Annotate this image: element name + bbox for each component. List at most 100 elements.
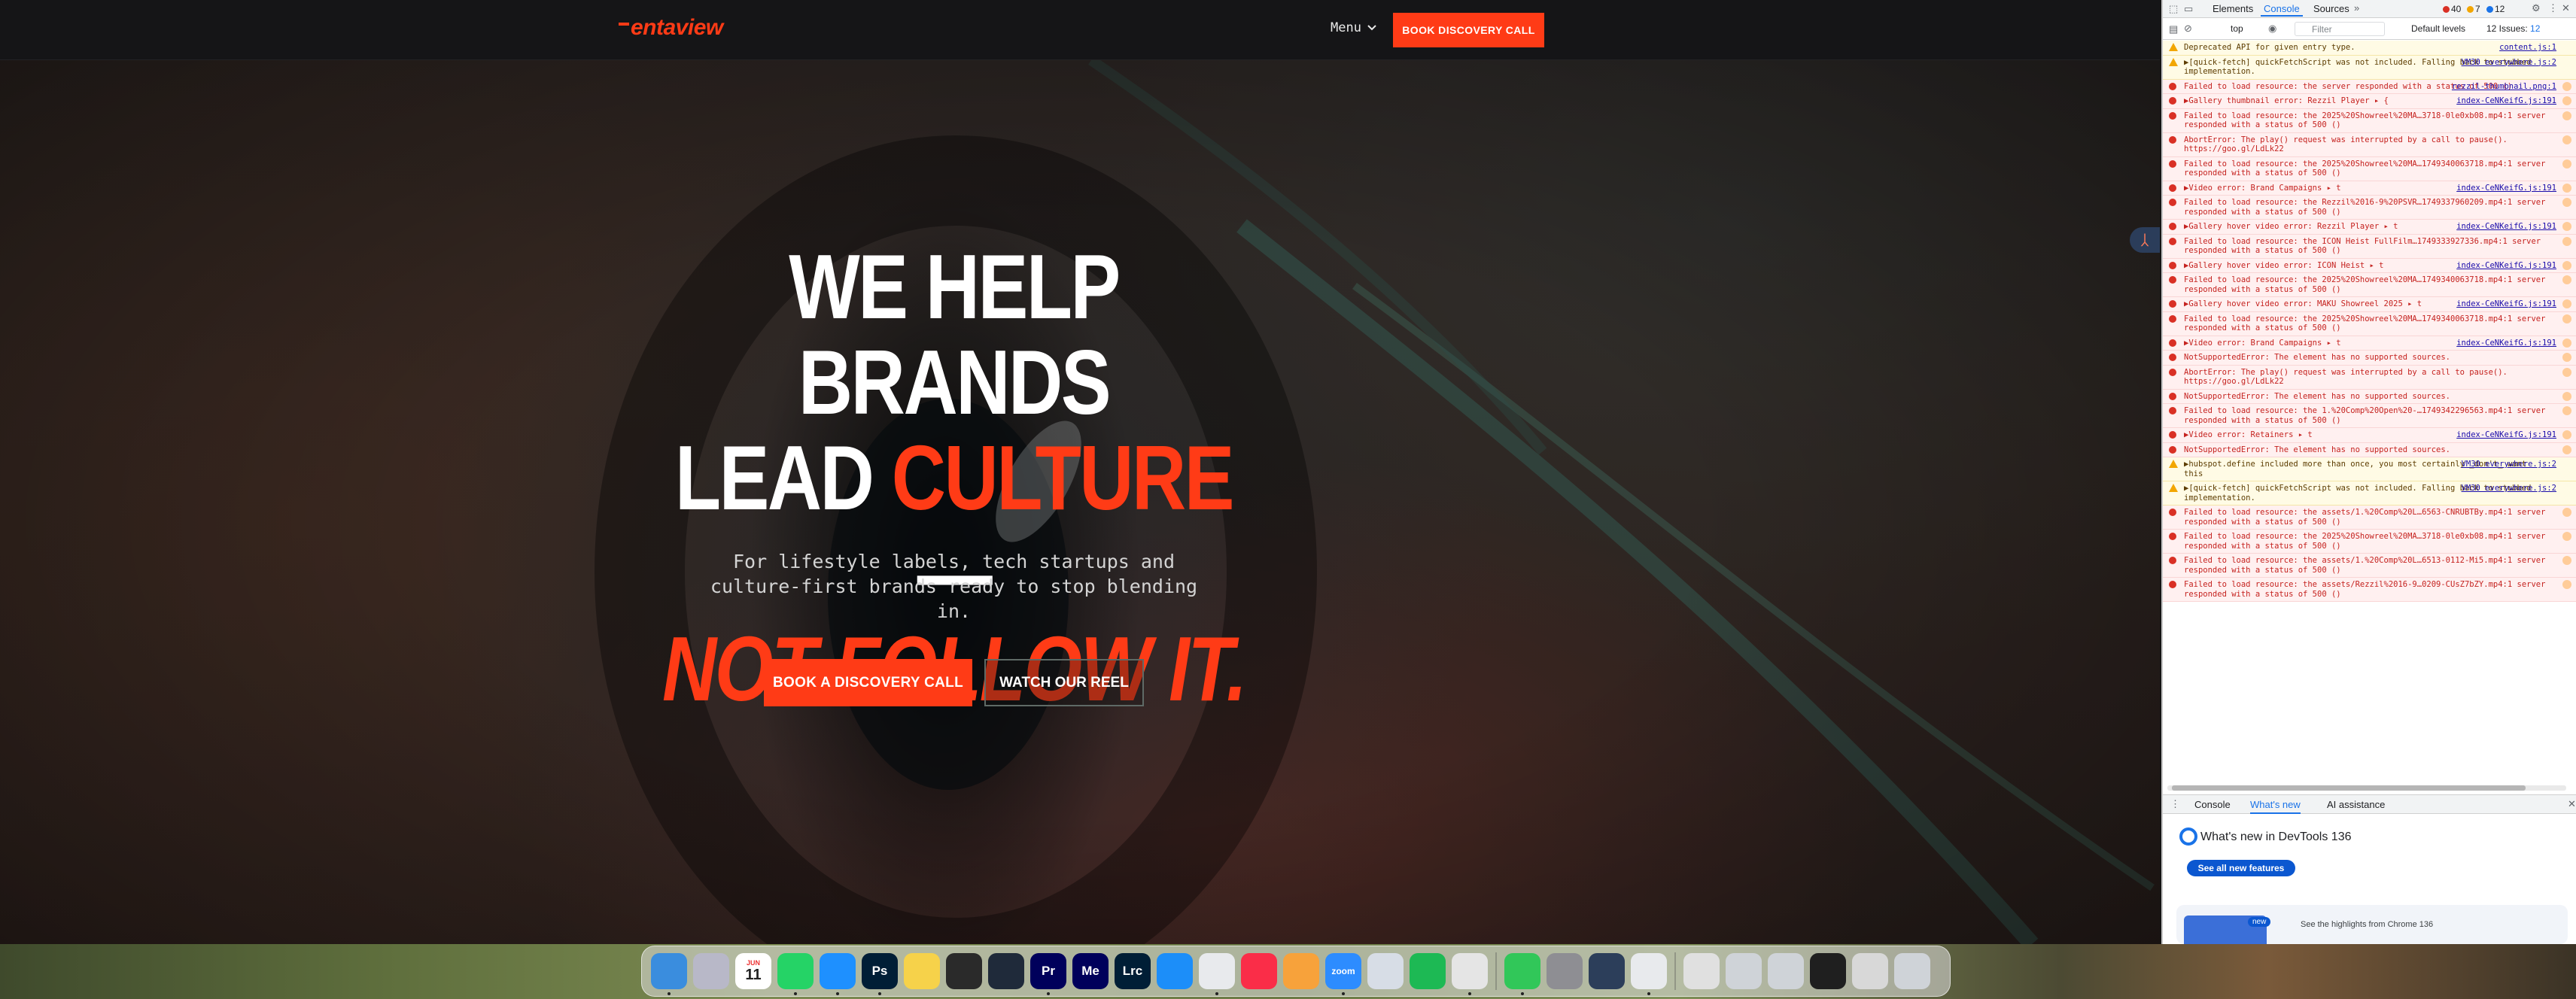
ai-explain-icon[interactable]	[2562, 183, 2571, 193]
ai-explain-icon[interactable]	[2562, 406, 2571, 415]
ai-explain-icon[interactable]	[2562, 275, 2571, 284]
ai-explain-icon[interactable]	[2562, 299, 2571, 308]
source-link[interactable]: index-CeNKeifG.js:191	[2456, 222, 2556, 232]
console-message[interactable]: Failed to load resource: the server resp…	[2163, 79, 2576, 94]
console-message[interactable]: ▶[quick-fetch] quickFetchScript was not …	[2163, 481, 2576, 506]
source-link[interactable]: index-CeNKeifG.js:191	[2456, 261, 2556, 271]
error-count[interactable]: 40	[2443, 4, 2461, 14]
dock-chrome-2-icon[interactable]	[1631, 953, 1667, 995]
dock-final-cut-icon[interactable]	[946, 953, 982, 989]
sidebar-toggle-icon[interactable]: ▤	[2169, 23, 2178, 35]
console-message[interactable]: ▶Video error: Retainers ▸ t index-CeNKeif…	[2163, 428, 2576, 443]
watch-reel-button[interactable]: WATCH OUR REEL	[984, 659, 1144, 706]
console-message[interactable]: ▶hubspot.define included more than once,…	[2163, 457, 2576, 481]
console-message[interactable]: Failed to load resource: the assets/1.%2…	[2163, 554, 2576, 578]
ai-explain-icon[interactable]	[2562, 338, 2571, 348]
ai-explain-icon[interactable]	[2562, 260, 2571, 270]
console-message[interactable]: Failed to load resource: the 1.%20Comp%2…	[2163, 404, 2576, 428]
console-message[interactable]: ▶Gallery thumbnail error: Rezzil Player …	[2163, 94, 2576, 109]
more-tabs-icon[interactable]: »	[2354, 2, 2359, 14]
ai-explain-icon[interactable]	[2562, 198, 2571, 207]
drawer-tab-ai-assistance[interactable]: AI assistance	[2327, 799, 2385, 810]
console-horizontal-scrollbar[interactable]	[2167, 785, 2566, 791]
tab-elements[interactable]: Elements	[2213, 3, 2253, 14]
ai-explain-icon[interactable]	[2562, 508, 2571, 517]
console-message[interactable]: Failed to load resource: the 2025%20Show…	[2163, 156, 2576, 181]
book-discovery-call-nav-button[interactable]: BOOK DISCOVERY CALL	[1393, 13, 1544, 47]
site-logo[interactable]: entaview	[619, 15, 723, 41]
source-link[interactable]: content.js:1	[2499, 43, 2556, 53]
dock-whatsapp-icon[interactable]	[777, 953, 814, 995]
ai-explain-icon[interactable]	[2562, 445, 2571, 454]
console-message[interactable]: AbortError: The play() request was inter…	[2163, 132, 2576, 157]
warning-count[interactable]: 7	[2467, 4, 2480, 14]
ai-explain-icon[interactable]	[2562, 236, 2571, 246]
dock-photoshop-icon[interactable]: Ps	[862, 953, 898, 995]
source-link[interactable]: VM30 everywhere.js:2	[2462, 58, 2556, 68]
scrollbar-thumb[interactable]	[2172, 785, 2526, 791]
dock-facetime-icon[interactable]	[1504, 953, 1540, 995]
console-message[interactable]: Failed to load resource: the Rezzil%2016…	[2163, 196, 2576, 220]
dock-notes-icon[interactable]	[904, 953, 940, 989]
inspect-icon[interactable]: ⬚	[2169, 3, 2178, 15]
console-message[interactable]: ▶Video error: Brand Campaigns ▸ t index-C…	[2163, 181, 2576, 196]
console-message[interactable]: ▶Video error: Brand Campaigns ▸ t index-C…	[2163, 336, 2576, 351]
console-message[interactable]: Failed to load resource: the 2025%20Show…	[2163, 530, 2576, 554]
see-all-features-button[interactable]: See all new features	[2187, 860, 2295, 876]
console-message[interactable]: NotSupportedError: The element has no su…	[2163, 442, 2576, 457]
dock-lightroom-classic-icon[interactable]: Lrc	[1115, 953, 1151, 989]
hubspot-chat-icon[interactable]: ᛸ	[2130, 227, 2160, 253]
tab-console[interactable]: Console	[2261, 3, 2303, 17]
ai-explain-icon[interactable]	[2562, 430, 2571, 439]
dock-window-1-icon[interactable]	[1726, 953, 1762, 989]
source-link[interactable]: index-CeNKeifG.js:191	[2456, 96, 2556, 106]
highlight-card[interactable]: new See the highlights from Chrome 136	[2176, 905, 2568, 944]
ai-explain-icon[interactable]	[2562, 556, 2571, 565]
ai-explain-icon[interactable]	[2562, 367, 2571, 377]
dock-system-settings-icon[interactable]	[1547, 953, 1583, 989]
console-message[interactable]: Failed to load resource: the ICON Heist …	[2163, 234, 2576, 259]
ai-explain-icon[interactable]	[2562, 111, 2571, 120]
clear-console-icon[interactable]: ⊘	[2184, 23, 2192, 35]
dock-reminders-icon[interactable]	[1452, 953, 1488, 995]
console-message[interactable]: Failed to load resource: the 2025%20Show…	[2163, 311, 2576, 336]
console-message[interactable]: Failed to load resource: the 2025%20Show…	[2163, 273, 2576, 297]
console-message[interactable]: Deprecated API for given entry type. cont…	[2163, 41, 2576, 56]
source-link[interactable]: index-CeNKeifG.js:191	[2456, 339, 2556, 348]
dock-app-store-icon[interactable]	[1157, 953, 1193, 989]
console-message[interactable]: Failed to load resource: the assets/1.%2…	[2163, 506, 2576, 530]
dock-zoom-icon[interactable]: zoom	[1325, 953, 1361, 995]
dock-window-3-icon[interactable]	[1810, 953, 1846, 989]
dock-premiere-icon[interactable]: Pr	[1030, 953, 1066, 995]
dock-quicktime-icon[interactable]	[1589, 953, 1625, 989]
dock-preview-icon[interactable]	[1367, 953, 1404, 989]
dock-chrome-icon[interactable]	[1199, 953, 1235, 995]
ai-explain-icon[interactable]	[2562, 580, 2571, 589]
gear-icon[interactable]: ⚙	[2532, 2, 2541, 14]
dock-window-4-icon[interactable]	[1852, 953, 1888, 989]
dock-safari-icon[interactable]	[820, 953, 856, 995]
book-discovery-call-button[interactable]: BOOK A DISCOVERY CALL	[764, 659, 972, 706]
console-message[interactable]: Failed to load resource: the assets/Rezz…	[2163, 578, 2576, 602]
menu-button[interactable]: Menu	[1331, 20, 1376, 35]
console-message[interactable]: ▶Gallery hover video error: Rezzil Playe…	[2163, 220, 2576, 235]
ai-explain-icon[interactable]	[2562, 96, 2571, 105]
console-message[interactable]: NotSupportedError: The element has no su…	[2163, 351, 2576, 366]
ai-explain-icon[interactable]	[2562, 532, 2571, 541]
source-link[interactable]: VM30 everywhere.js:2	[2462, 484, 2556, 493]
console-message[interactable]: ▶[quick-fetch] quickFetchScript was not …	[2163, 55, 2576, 80]
source-link[interactable]: rezzil-thumbnail.png:1	[2452, 82, 2556, 92]
eye-icon[interactable]: ◉	[2268, 23, 2276, 35]
filter-input[interactable]: Filter	[2295, 22, 2385, 36]
drawer-close-icon[interactable]: ✕	[2568, 798, 2576, 810]
close-icon[interactable]: ✕	[2562, 2, 2570, 14]
ai-explain-icon[interactable]	[2562, 81, 2571, 91]
device-toggle-icon[interactable]: ▭	[2184, 3, 2193, 15]
source-link[interactable]: VM30 everywhere.js:2	[2462, 460, 2556, 469]
console-message[interactable]: ▶Gallery hover video error: MAKU Showree…	[2163, 297, 2576, 312]
dock-davinci-icon[interactable]	[988, 953, 1024, 989]
dock-spotify-icon[interactable]	[1410, 953, 1446, 989]
tab-sources[interactable]: Sources	[2313, 3, 2349, 14]
kebab-menu-icon[interactable]: ⋮	[2548, 2, 2558, 14]
ai-explain-icon[interactable]	[2562, 222, 2571, 231]
